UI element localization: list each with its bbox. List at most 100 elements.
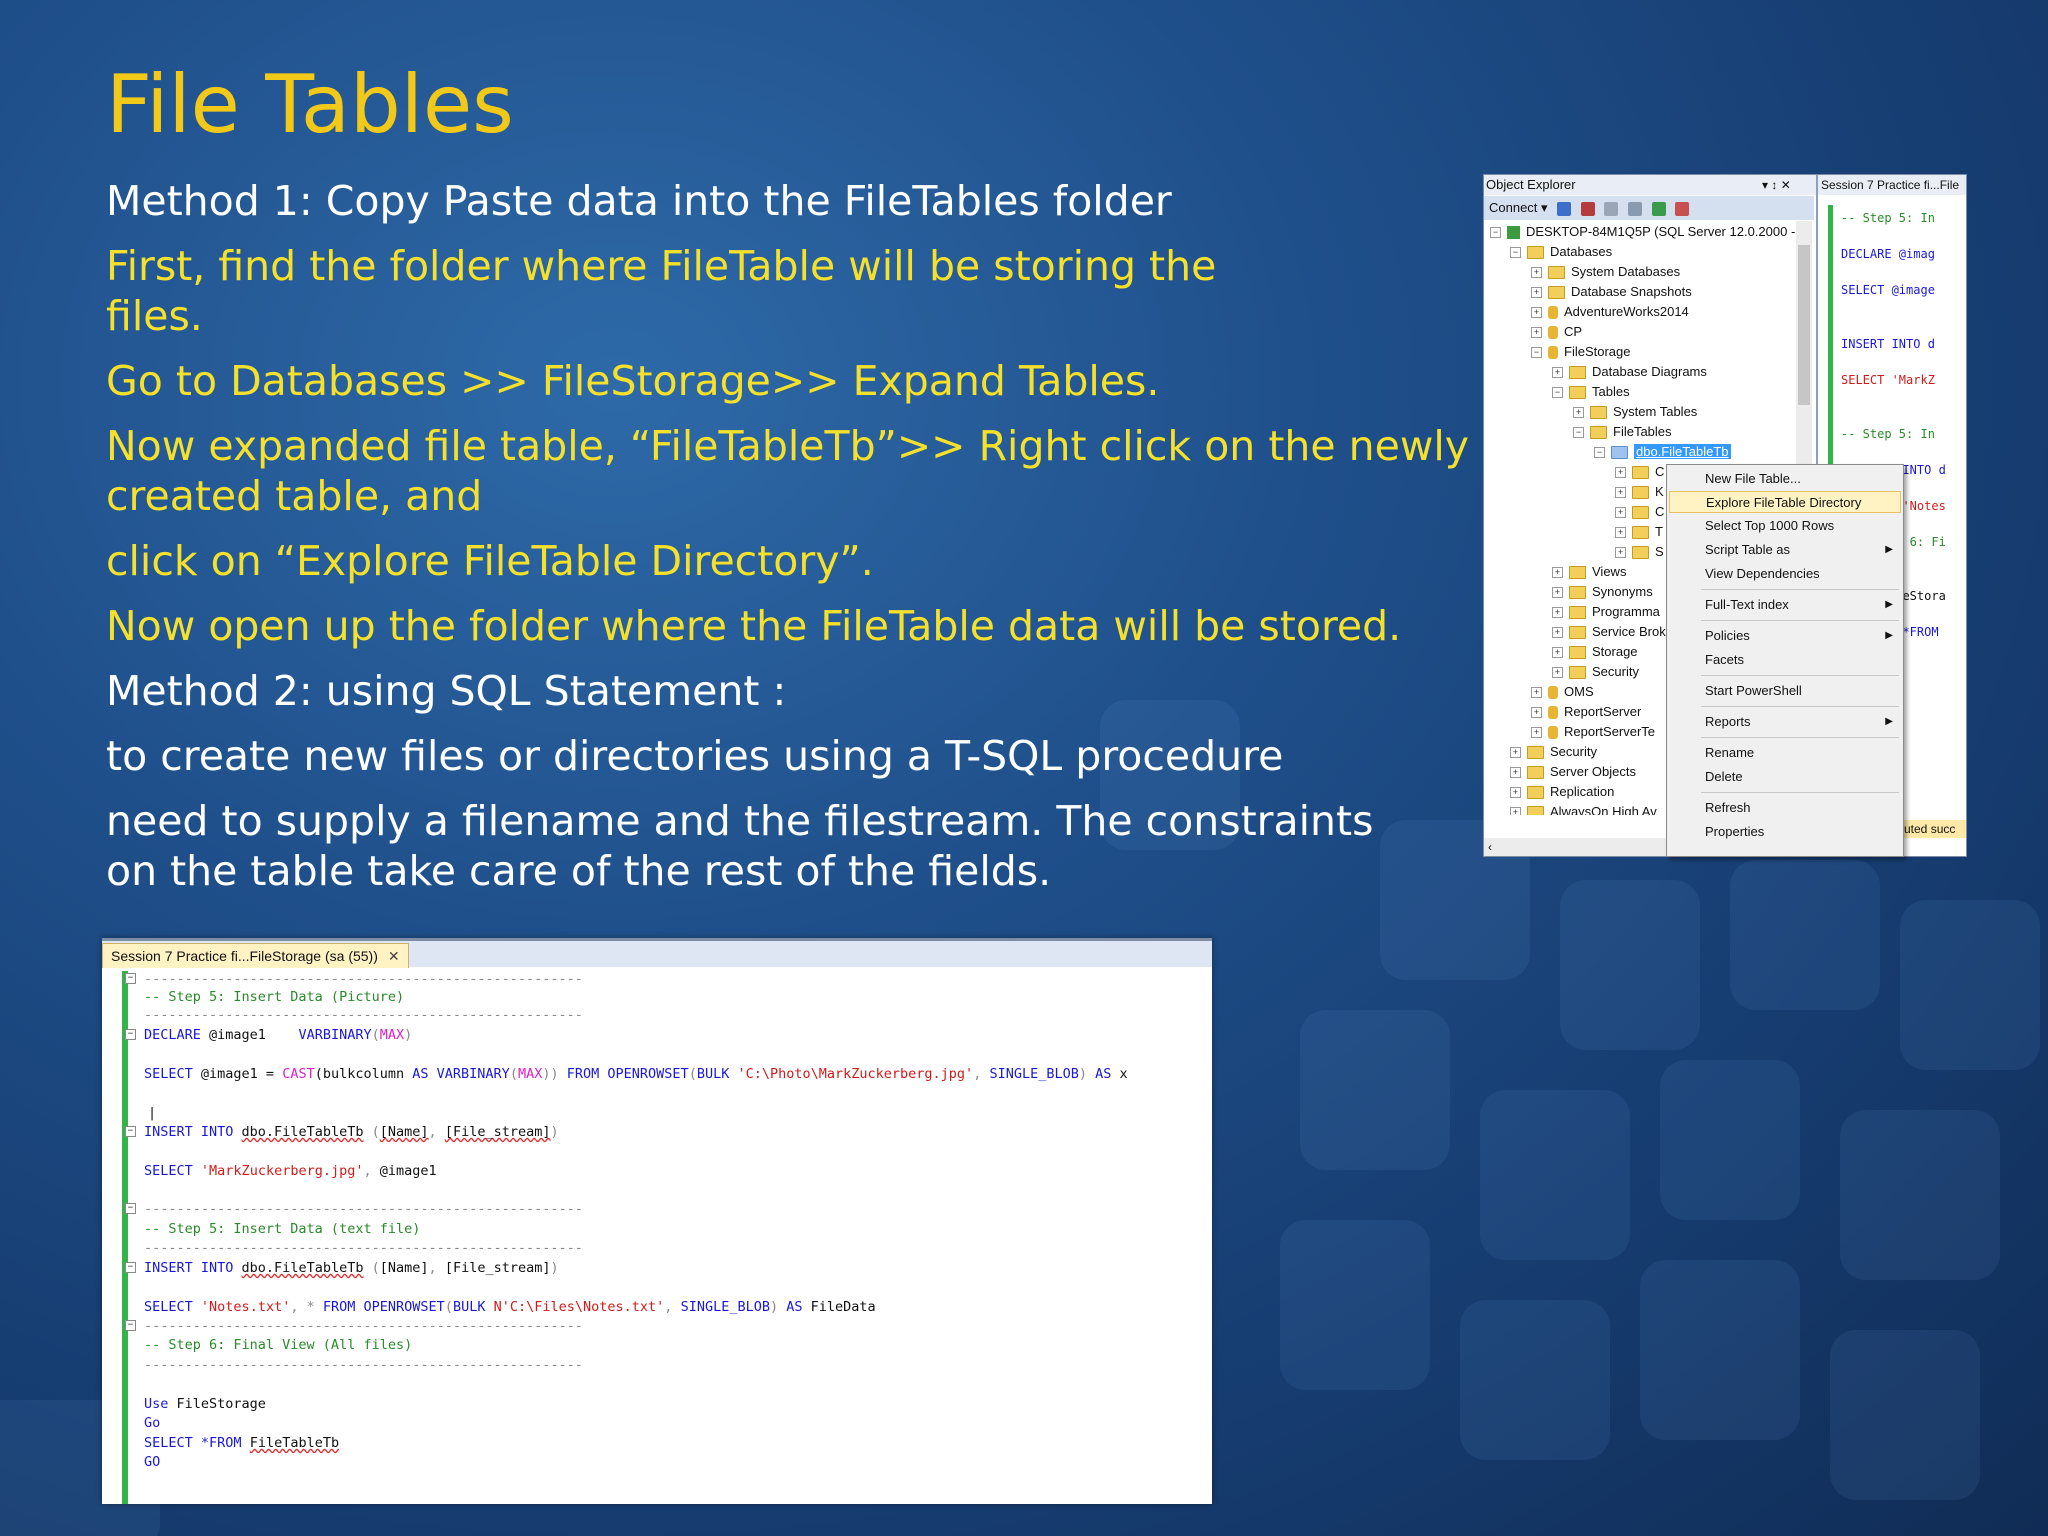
submenu-arrow-icon: ▶: [1885, 599, 1893, 610]
menu-item-script-table[interactable]: Script Table as ▶: [1669, 539, 1901, 561]
tree-item-security[interactable]: + Security: [1510, 743, 1597, 761]
tree-item-cp[interactable]: + CP: [1531, 323, 1582, 341]
code-line: SELECT 'MarkZ: [1841, 373, 1935, 387]
folder-icon: [1569, 666, 1586, 680]
tree-item-reportservertemp[interactable]: + ReportServerTe: [1531, 723, 1655, 741]
server-icon: [1507, 226, 1520, 240]
step-go-to-databases: Go to Databases >> FileStorage>> Expand …: [106, 357, 1160, 405]
scroll-left-icon[interactable]: ‹: [1488, 840, 1492, 854]
tree-item-child[interactable]: + C: [1615, 503, 1664, 521]
menu-item-reports[interactable]: Reports ▶: [1669, 711, 1901, 733]
tree-item-snapshots[interactable]: + Database Snapshots: [1531, 283, 1692, 301]
tree-item-security-inner[interactable]: + Security: [1552, 663, 1639, 681]
code-token: Use: [144, 1396, 169, 1412]
status-bar: cuted succ: [1898, 820, 1966, 838]
submenu-arrow-icon: ▶: [1885, 544, 1893, 555]
stop-icon[interactable]: [1604, 201, 1619, 216]
tree-item-child[interactable]: + T: [1615, 523, 1663, 541]
collapse-icon[interactable]: −: [125, 1029, 136, 1040]
menu-item-explore-filetable-directory[interactable]: Explore FileTable Directory: [1669, 491, 1901, 513]
code-line-declare: DECLARE @image1 VARBINARY(MAX): [144, 1027, 413, 1043]
table-icon: [1611, 446, 1628, 460]
tree-item-filestorage[interactable]: − FileStorage: [1531, 343, 1630, 361]
editor-tab-label: Session 7 Practice fi...FileStorage (sa …: [111, 948, 378, 964]
disconnect-icon[interactable]: [1580, 201, 1595, 216]
folder-icon: [1590, 406, 1607, 420]
folder-icon: [1569, 606, 1586, 620]
tree-item-synonyms[interactable]: + Synonyms: [1552, 583, 1653, 601]
code-token: INSERT INTO: [144, 1124, 234, 1140]
tree-item-diagrams[interactable]: + Database Diagrams: [1552, 363, 1707, 381]
connect-button[interactable]: Connect ▾: [1489, 200, 1548, 215]
refresh-icon[interactable]: [1651, 201, 1666, 216]
folder-icon: [1590, 426, 1607, 440]
tree-item-child[interactable]: + S: [1615, 543, 1664, 561]
method-2-detail: need to supply a filename and the filest…: [106, 797, 1374, 895]
tree-item-child[interactable]: + C: [1615, 463, 1664, 481]
panel-controls-icon[interactable]: ▾ ↕ ✕: [1762, 175, 1791, 195]
code-line: -- Step 5: In: [1841, 427, 1935, 441]
code-line: SELECT @image: [1841, 283, 1935, 297]
tree-item-views[interactable]: + Views: [1552, 563, 1626, 581]
filter-icon[interactable]: [1628, 201, 1643, 216]
tree-item-server[interactable]: − DESKTOP-84M1Q5P (SQL Server 12.0.2000 -: [1490, 223, 1795, 241]
code-token: SELECT: [144, 1066, 193, 1082]
code-token: FileTableTb: [249, 1435, 340, 1451]
editor-tab[interactable]: Session 7 Practice fi...FileStorage (sa …: [102, 943, 409, 968]
code-token: SINGLE_BLOB: [680, 1299, 770, 1315]
connect-icon[interactable]: [1557, 201, 1572, 216]
code-token: AS: [1095, 1066, 1112, 1082]
query-tab[interactable]: Session 7 Practice fi...File: [1818, 175, 1966, 195]
menu-item-fulltext[interactable]: Full-Text index ▶: [1669, 594, 1901, 616]
scrollbar-thumb[interactable]: [1798, 245, 1810, 405]
menu-item-rename[interactable]: Rename: [1669, 742, 1901, 764]
database-icon: [1548, 326, 1558, 340]
tree-item-child[interactable]: + K: [1615, 483, 1664, 501]
tree-item-oms[interactable]: + OMS: [1531, 683, 1594, 701]
tree-item-adventureworks[interactable]: + AdventureWorks2014: [1531, 303, 1689, 321]
collapse-icon[interactable]: −: [125, 1320, 136, 1331]
tree-item-reportserver[interactable]: + ReportServer: [1531, 703, 1641, 721]
menu-item-view-dependencies[interactable]: View Dependencies: [1669, 563, 1901, 585]
activity-icon[interactable]: [1675, 201, 1690, 216]
code-comment: -- Step 5: Insert Data (Picture): [144, 989, 405, 1005]
collapse-icon[interactable]: −: [125, 1262, 136, 1273]
tree-item-system-tables[interactable]: + System Tables: [1573, 403, 1697, 421]
folder-icon: [1527, 246, 1544, 260]
tree-item-tables[interactable]: − Tables: [1552, 383, 1630, 401]
collapse-icon[interactable]: −: [125, 1203, 136, 1214]
tree-item-alwayson[interactable]: + AlwaysOn High Av: [1510, 803, 1657, 815]
code-token: SELECT: [144, 1435, 193, 1451]
menu-item-facets[interactable]: Facets: [1669, 649, 1901, 671]
tree-item-replication[interactable]: + Replication: [1510, 783, 1614, 801]
collapse-icon[interactable]: −: [125, 1126, 136, 1137]
code-token: BULK: [696, 1066, 730, 1082]
menu-item-start-powershell[interactable]: Start PowerShell: [1669, 680, 1901, 702]
code-token: VARBINARY: [436, 1066, 510, 1082]
menu-item-select-top[interactable]: Select Top 1000 Rows: [1669, 515, 1901, 537]
code-token: BULK: [452, 1299, 486, 1315]
editor-tab-bar: Session 7 Practice fi...FileStorage (sa …: [102, 941, 1212, 968]
menu-item-new-file-table[interactable]: New File Table...: [1669, 468, 1901, 490]
folder-icon: [1548, 286, 1565, 300]
tree-item-server-objects[interactable]: + Server Objects: [1510, 763, 1636, 781]
menu-item-delete[interactable]: Delete: [1669, 766, 1901, 788]
close-icon[interactable]: ✕: [388, 948, 400, 964]
tree-item-filetables[interactable]: − FileTables: [1573, 423, 1672, 441]
tree-item-databases[interactable]: − Databases: [1510, 243, 1612, 261]
code-line: -- Step 5: In: [1841, 211, 1935, 225]
code-token: [Name]: [379, 1260, 429, 1276]
tree-item-filetabletb[interactable]: − dbo.FileTableTb: [1594, 443, 1731, 461]
code-line-select-cast: SELECT @image1 = CAST(bulkcolumn AS VARB…: [144, 1066, 1128, 1082]
collapse-icon[interactable]: −: [125, 973, 136, 984]
menu-item-properties[interactable]: Properties: [1669, 821, 1901, 843]
menu-item-refresh[interactable]: Refresh: [1669, 797, 1901, 819]
tree-item-service-broker[interactable]: + Service Brok: [1552, 623, 1666, 641]
menu-item-policies[interactable]: Policies ▶: [1669, 625, 1901, 647]
code-token: 'C:\Photo\MarkZuckerberg.jpg': [737, 1066, 974, 1082]
tree-item-system-databases[interactable]: + System Databases: [1531, 263, 1680, 281]
tree-item-storage[interactable]: + Storage: [1552, 643, 1638, 661]
code-area[interactable]: − --------------------------------------…: [122, 971, 1212, 1504]
tree-item-programmability[interactable]: + Programma: [1552, 603, 1660, 621]
code-token: @image1: [200, 1027, 299, 1043]
